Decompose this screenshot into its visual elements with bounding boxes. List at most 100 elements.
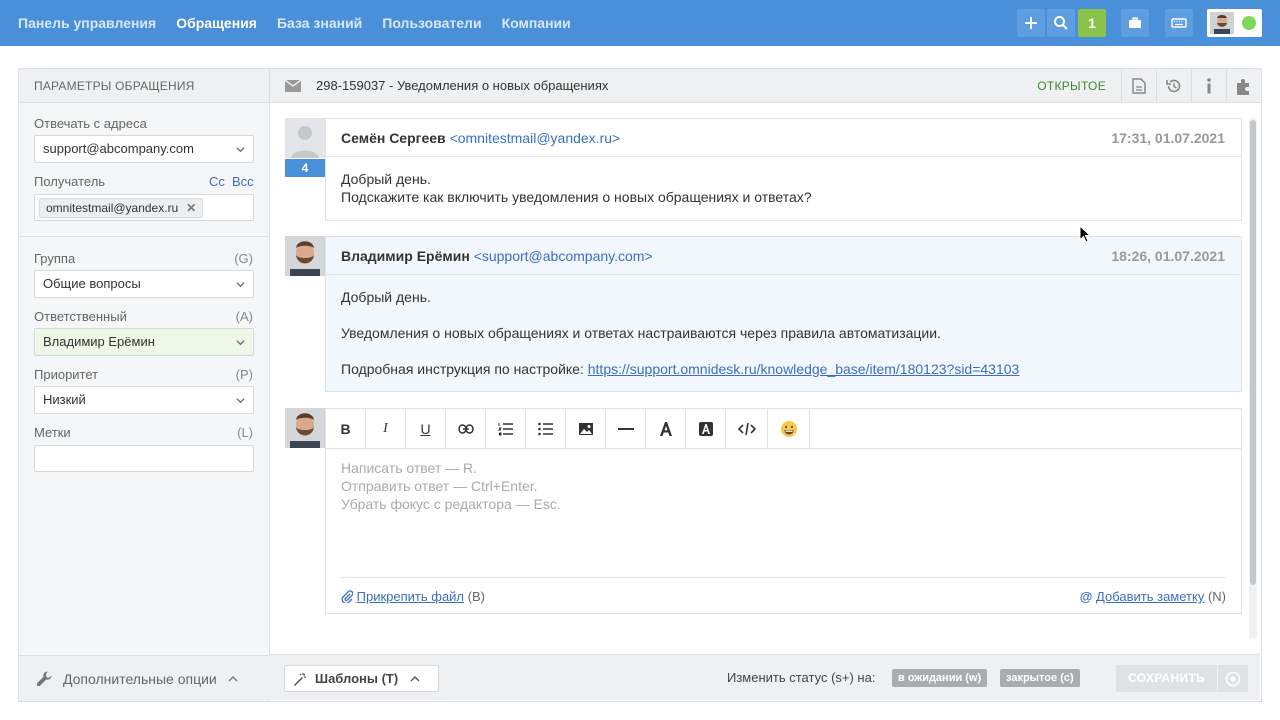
code-icon <box>737 422 756 435</box>
background-color-button[interactable] <box>686 409 726 448</box>
notifications-badge[interactable]: 1 <box>1078 9 1106 37</box>
agent-avatar <box>285 236 325 276</box>
chevron-up-icon <box>410 676 420 682</box>
nav-tickets[interactable]: Обращения <box>176 15 257 31</box>
nav-dashboard[interactable]: Панель управления <box>18 15 156 31</box>
ordered-list-button[interactable] <box>486 409 526 448</box>
chevron-up-icon <box>228 675 238 681</box>
more-options-label: Дополнительные опции <box>63 670 217 687</box>
ticket-params-panel: ПАРАМЕТРЫ ОБРАЩЕНИЯ Отвечать с адреса su… <box>19 69 270 701</box>
bullet-list-button[interactable] <box>526 409 566 448</box>
chevron-down-icon <box>236 282 245 288</box>
ticket-header: 298-159037 - Уведомления о новых обращен… <box>270 69 1261 103</box>
save-button[interactable]: СОХРАНИТЬ <box>1116 665 1217 692</box>
search-button[interactable] <box>1047 9 1075 37</box>
history-button[interactable] <box>1156 69 1191 103</box>
tags-hint: (L) <box>237 425 253 440</box>
group-select[interactable]: Общие вопросы <box>34 270 254 298</box>
status-pending-button[interactable]: в ожидании (w) <box>892 669 988 687</box>
status-closed-button[interactable]: закрытое (c) <box>1000 669 1080 687</box>
nav-users[interactable]: Пользователи <box>382 15 481 31</box>
scrollbar-thumb[interactable] <box>1250 120 1256 585</box>
link-icon <box>457 423 474 434</box>
ordered-list-icon <box>497 422 513 435</box>
bcc-link[interactable]: Bcc <box>232 174 254 189</box>
horizontal-rule-button[interactable] <box>606 409 646 448</box>
background-color-icon <box>698 421 713 436</box>
assignee-select[interactable]: Владимир Ерёмин <box>34 328 254 356</box>
horizontal-rule-icon <box>617 427 634 430</box>
text-color-button[interactable] <box>646 409 686 448</box>
keyboard-button[interactable] <box>1165 9 1193 37</box>
emoji-button[interactable] <box>768 409 810 448</box>
group-label: Группа <box>34 251 76 266</box>
reply-from-label: Отвечать с адреса <box>34 116 147 131</box>
cc-link[interactable]: Cc <box>209 174 225 189</box>
more-options-toggle[interactable]: Дополнительные опции <box>19 655 269 701</box>
message-header: Владимир Ерёмин <support@abcompany.com> … <box>326 237 1241 275</box>
info-button[interactable] <box>1191 69 1226 103</box>
kb-article-link[interactable]: https://support.omnidesk.ru/knowledge_ba… <box>588 361 1020 377</box>
message-body: Добрый день. Подскажите как включить уве… <box>326 157 1241 219</box>
tags-label: Метки <box>34 425 71 440</box>
priority-label: Приоритет <box>34 367 99 382</box>
wrench-icon <box>37 670 52 686</box>
bold-icon: B <box>340 420 351 437</box>
export-button[interactable] <box>1121 69 1156 103</box>
message-author: Семён Сергеев <box>341 130 446 146</box>
save-options-button[interactable] <box>1218 665 1248 692</box>
add-note-link[interactable]: Добавить заметку <box>1096 589 1204 604</box>
code-button[interactable] <box>726 409 768 448</box>
message-email[interactable]: <support@abcompany.com> <box>474 248 653 264</box>
underline-button[interactable]: U <box>406 409 446 448</box>
briefcase-icon <box>1129 17 1141 28</box>
nav-knowledge-base[interactable]: База знаний <box>277 15 362 31</box>
chevron-down-icon <box>236 340 245 346</box>
circle-dot-icon <box>1225 671 1241 686</box>
mouse-cursor-icon <box>1079 225 1091 243</box>
ticket-count-badge[interactable]: 4 <box>285 159 325 177</box>
customer-message: Семён Сергеев <omnitestmail@yandex.ru> 1… <box>325 118 1242 221</box>
briefcase-button[interactable] <box>1121 9 1149 37</box>
add-note-hint: (N) <box>1204 589 1226 604</box>
tags-input[interactable] <box>34 445 254 472</box>
keyboard-icon <box>1171 18 1187 28</box>
integrations-button[interactable] <box>1226 69 1261 103</box>
italic-button[interactable]: I <box>366 409 406 448</box>
group-value: Общие вопросы <box>43 276 141 291</box>
templates-button[interactable]: Шаблоны (T) <box>284 665 439 692</box>
agent-message: Владимир Ерёмин <support@abcompany.com> … <box>325 236 1242 392</box>
recipient-field[interactable]: omnitestmail@yandex.ru ✕ <box>34 194 254 221</box>
placeholder-line: Отправить ответ — Ctrl+Enter. <box>341 478 538 494</box>
main-nav: Панель управления Обращения База знаний … <box>18 0 591 46</box>
add-button[interactable] <box>1017 9 1045 37</box>
bold-button[interactable]: B <box>326 409 366 448</box>
editor-placeholder[interactable]: Написать ответ — R. Отправить ответ — Ct… <box>341 459 561 513</box>
recipient-label: Получатель <box>34 174 106 189</box>
priority-select[interactable]: Низкий <box>34 386 254 414</box>
divider <box>19 236 269 237</box>
message-text: Подробная инструкция по настройке: <box>341 361 588 377</box>
message-line: Уведомления о новых обращениях и ответах… <box>341 325 941 341</box>
attach-file-link[interactable]: Прикрепить файл <box>357 589 464 604</box>
reply-from-value: support@abcompany.com <box>43 141 194 156</box>
link-button[interactable] <box>446 409 486 448</box>
customer-avatar <box>285 118 325 158</box>
search-icon <box>1054 16 1068 30</box>
priority-hint: (P) <box>235 367 253 382</box>
reply-from-select[interactable]: support@abcompany.com <box>34 135 254 163</box>
default-user-icon <box>285 118 325 158</box>
message-line: Добрый день. <box>341 289 431 305</box>
current-agent-avatar <box>285 408 325 448</box>
agent-avatar-icon <box>285 236 325 276</box>
user-menu[interactable] <box>1207 9 1262 37</box>
remove-chip-icon[interactable]: ✕ <box>186 199 196 217</box>
attach-file-hint: (B) <box>464 589 485 604</box>
image-button[interactable] <box>566 409 606 448</box>
history-icon <box>1166 79 1181 93</box>
placeholder-line: Убрать фокус с редактора — Esc. <box>341 496 561 512</box>
nav-companies[interactable]: Компании <box>502 15 571 31</box>
document-icon <box>1132 78 1146 94</box>
editor-divider <box>341 577 1226 578</box>
message-email[interactable]: <omnitestmail@yandex.ru> <box>450 130 621 146</box>
